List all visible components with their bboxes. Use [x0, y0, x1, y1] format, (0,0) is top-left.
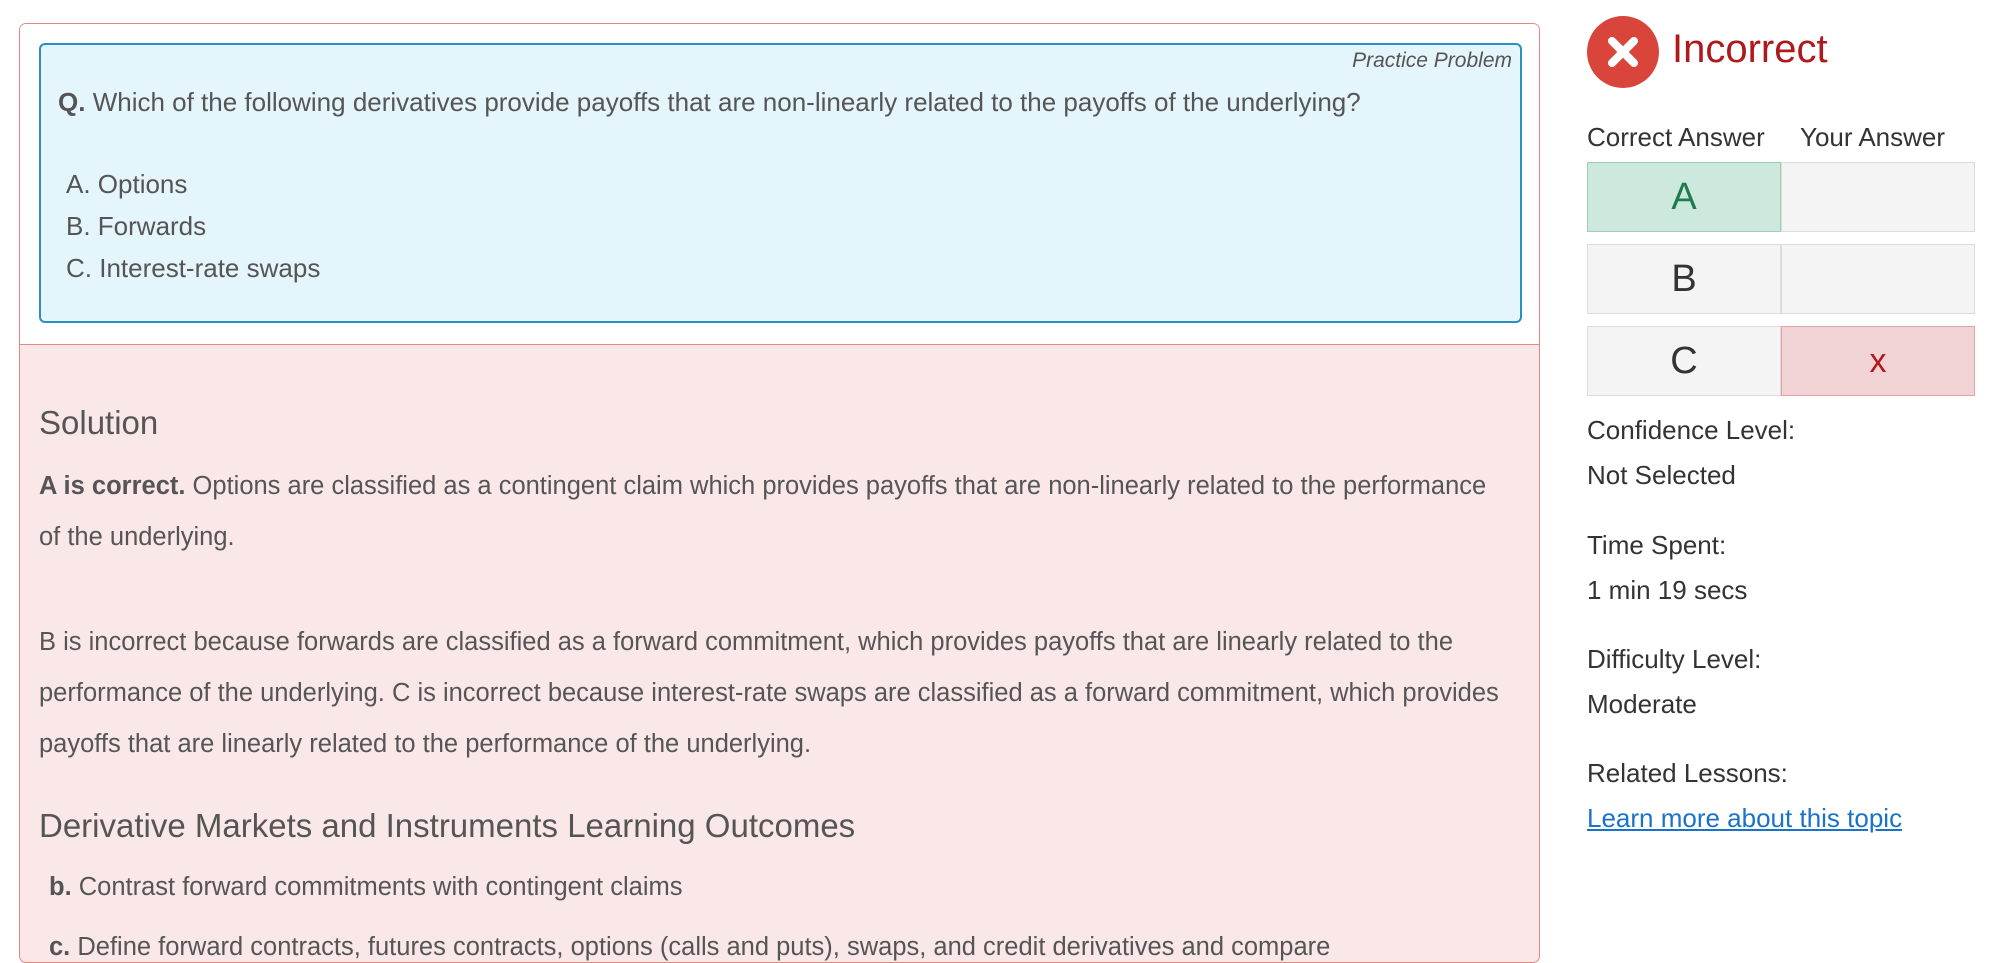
- learning-outcomes-heading: Derivative Markets and Instruments Learn…: [39, 807, 856, 844]
- time-spent-label: Time Spent:: [1587, 530, 1727, 560]
- learning-outcome-item: c. Define forward contracts, futures con…: [49, 933, 1330, 962]
- difficulty-level-label: Difficulty Level:: [1587, 644, 1762, 674]
- answer-options: A. Options B. Forwards C. Interest-rate …: [66, 163, 320, 289]
- your-answer-header: Your Answer: [1800, 122, 1946, 152]
- confidence-level-label: Confidence Level:: [1587, 415, 1796, 445]
- your-answer-cell-b: [1781, 244, 1975, 314]
- solution-heading: Solution: [39, 404, 159, 441]
- your-answer-cell-a: [1781, 162, 1975, 232]
- learning-outcome-letter: b.: [49, 873, 72, 901]
- option-a: A. Options: [66, 169, 188, 199]
- difficulty-level-value: Moderate: [1587, 689, 1697, 719]
- confidence-level-value: Not Selected: [1587, 460, 1736, 490]
- question-prefix: Q.: [58, 87, 86, 117]
- question-body: Which of the following derivatives provi…: [92, 87, 1361, 117]
- solution-incorrect-paragraph: B is incorrect because forwards are clas…: [39, 628, 1499, 758]
- learning-outcome-text: Define forward contracts, futures contra…: [77, 933, 1331, 961]
- question-box: Practice Problem Q. Which of the followi…: [39, 43, 1522, 323]
- correct-answer-header: Correct Answer: [1587, 122, 1765, 152]
- result-status: Incorrect: [1672, 27, 1828, 71]
- solution-correct-lead: A is correct.: [39, 472, 186, 500]
- question-text: Q. Which of the following derivatives pr…: [58, 87, 1361, 118]
- correct-answer-cell-b: B: [1587, 244, 1781, 314]
- option-c: C. Interest-rate swaps: [66, 253, 321, 283]
- learning-outcome-item: b. Contrast forward commitments with con…: [49, 873, 682, 902]
- correct-answer-cell-c: C: [1587, 326, 1781, 396]
- practice-problem-label: Practice Problem: [1352, 49, 1512, 72]
- related-lessons-label: Related Lessons:: [1587, 758, 1788, 788]
- related-lesson-link[interactable]: Learn more about this topic: [1587, 803, 1902, 834]
- your-answer-cell-c: x: [1781, 326, 1975, 396]
- learning-outcome-text: Contrast forward commitments with contin…: [78, 873, 683, 901]
- solution-correct-text: Options are classified as a contingent c…: [39, 472, 1487, 551]
- time-spent-value: 1 min 19 secs: [1587, 575, 1748, 605]
- question-solution-panel: Practice Problem Q. Which of the followi…: [19, 23, 1540, 963]
- learning-outcome-letter: c.: [49, 933, 71, 961]
- option-b: B. Forwards: [66, 211, 207, 241]
- x-circle-icon: [1587, 16, 1659, 88]
- correct-answer-cell-a: A: [1587, 162, 1781, 232]
- solution-correct-paragraph: A is correct. Options are classified as …: [39, 461, 1509, 563]
- question-area: Practice Problem Q. Which of the followi…: [20, 24, 1539, 345]
